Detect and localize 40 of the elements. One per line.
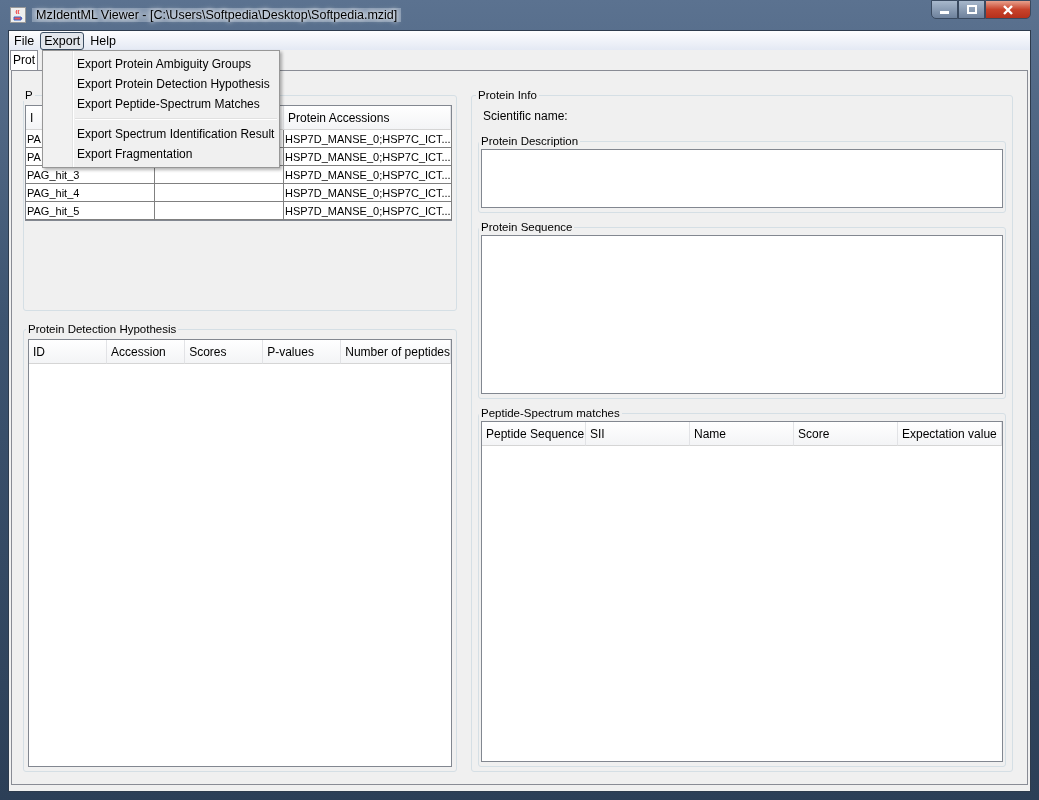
minimize-icon	[940, 11, 949, 14]
column-header[interactable]: Name	[690, 422, 794, 446]
text-area[interactable]	[481, 149, 1003, 208]
column-header[interactable]: Peptide Sequence	[482, 422, 586, 446]
maximize-button[interactable]	[958, 0, 985, 19]
group-title: Protein Info	[477, 89, 538, 101]
column-header[interactable]: P-values	[263, 340, 342, 364]
column-header[interactable]: Score	[794, 422, 898, 446]
close-icon	[1002, 4, 1014, 15]
column-header[interactable]: Scores	[185, 340, 264, 364]
table-cell: PAG_hit_4	[26, 184, 155, 202]
field-label: Scientific name:	[482, 109, 569, 123]
table-cell: HSP7D_MANSE_0;HSP7C_ICT...	[284, 166, 452, 184]
coffee-cup-icon	[10, 7, 26, 23]
group-title: Protein Description	[480, 135, 580, 147]
column-header[interactable]: Expectation value	[898, 422, 1002, 446]
group-title: Peptide-Spectrum matches	[480, 407, 621, 419]
group-title: Protein Sequence	[480, 221, 574, 233]
table-cell: HSP7D_MANSE_0;HSP7C_ICT...	[284, 202, 452, 220]
column-header[interactable]: Number of peptides	[341, 340, 451, 364]
column-header[interactable]: Accession	[107, 340, 186, 364]
menu-item[interactable]: Help	[86, 31, 120, 50]
table-cell: HSP7D_MANSE_0;HSP7C_ICT...	[284, 148, 452, 166]
column-header[interactable]: Protein Accessions	[284, 106, 451, 130]
menu-item[interactable]: File	[10, 31, 39, 50]
menu-item[interactable]: Export Protein Detection Hypothesis	[43, 74, 279, 94]
group-title: P	[24, 89, 34, 101]
menu-item[interactable]: Export Protein Ambiguity Groups	[43, 54, 279, 74]
close-button[interactable]	[985, 0, 1031, 19]
tab[interactable]: Prot	[10, 50, 38, 70]
table-cell: PAG_hit_5	[26, 202, 155, 220]
column-header[interactable]: ID	[29, 340, 108, 364]
table-cell: HSP7D_MANSE_0;HSP7C_ICT...	[284, 184, 452, 202]
table-cell: HSP7D_MANSE_0;HSP7C_ICT...	[284, 130, 452, 148]
group-title: Protein Detection Hypothesis	[27, 323, 178, 335]
minimize-button[interactable]	[931, 0, 958, 19]
menu-item[interactable]: Export	[40, 31, 85, 50]
maximize-icon	[965, 4, 978, 15]
menu-item[interactable]: Export Peptide-Spectrum Matches	[43, 94, 279, 114]
column-header[interactable]: SII	[586, 422, 690, 446]
